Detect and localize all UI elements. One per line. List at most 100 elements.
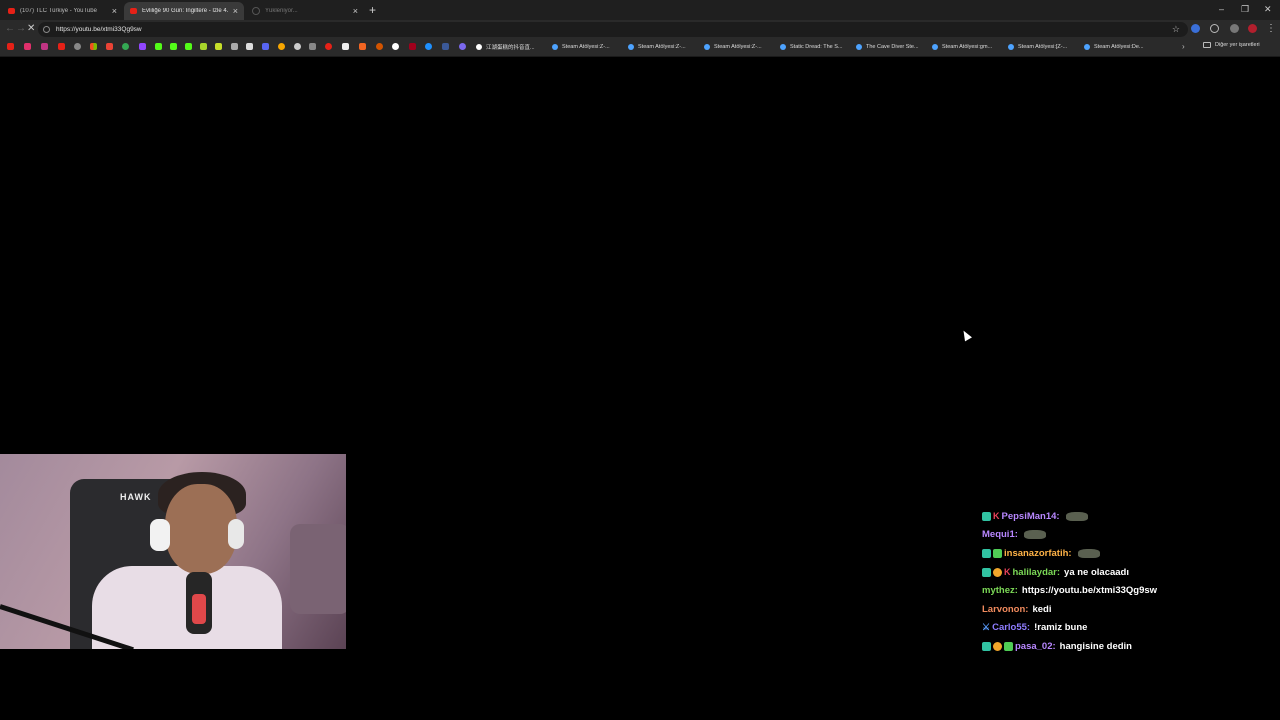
site-info-icon[interactable] [43,26,50,33]
bookmark-star-icon[interactable]: ☆ [1172,23,1180,35]
bookmark-steam-de[interactable]: Steam Atölyesi:De... [1084,42,1144,52]
bookmark-label: Steam Atölyesi:Z-... [638,44,686,50]
bookmark-icon[interactable] [294,43,301,50]
bookmark-icon[interactable] [442,43,449,50]
restore-icon[interactable]: ❐ [1241,3,1249,15]
chat-username[interactable]: halilaydar: [1013,567,1061,578]
chat-message: pasa_02: hangisine dedin [982,637,1272,656]
bookmark-label: Diğer yer işaretleri [1215,42,1260,48]
close-tab-icon[interactable]: × [353,6,358,16]
instagram-bookmark-icon[interactable] [24,43,31,50]
extensions-icon[interactable] [1230,24,1239,33]
chevron-right-icon[interactable]: › [1182,42,1185,51]
steam-icon [628,44,634,50]
profile-avatar[interactable] [1248,24,1257,33]
bookmark-cave-diver[interactable]: The Cave Diver Ste... [856,42,919,52]
globe-bookmark-icon[interactable] [74,43,81,50]
bookmark-icon[interactable] [309,43,316,50]
back-button[interactable]: ← [5,23,15,35]
bookmark-label: Steam Atölyesi:gm... [942,44,993,50]
bookmarks-bar: 江湖蛋糕的抖音直... Steam Atölyesi:Z-... Steam A… [0,39,1280,57]
menu-icon[interactable]: ⋮ [1266,23,1276,35]
bookmark-icon[interactable] [359,43,366,50]
headset-right [228,519,244,549]
drive-bookmark-icon[interactable] [122,43,129,50]
close-window-icon[interactable]: ✕ [1264,3,1272,15]
subscriber-badge-icon [982,548,991,558]
bookmark-icon[interactable] [376,43,383,50]
refresh-extension-icon[interactable] [1210,24,1219,33]
chat-username[interactable]: Carlo55: [992,622,1030,633]
bookmark-label: Static Dread: The S... [790,44,843,50]
bookmark-icon[interactable] [325,43,332,50]
chat-username[interactable]: Mequi1: [982,529,1018,540]
bookmark-label: Steam Atölyesi:Z-... [714,44,762,50]
tab-tlc-youtube[interactable]: (107) TLC Türkiye - YouTube × [2,2,123,20]
forward-button[interactable]: → [16,23,26,35]
kick-bookmark-icon[interactable] [155,43,162,50]
instagram-bookmark-icon[interactable] [41,43,48,50]
streamer-face [165,484,237,574]
bookmark-icon[interactable] [409,43,416,50]
chair-brand-logo: HAWK [120,492,152,502]
bookmark-steam-1[interactable]: Steam Atölyesi:Z-... [552,42,610,52]
tab-title: Yükleniyor... [265,8,298,14]
emote-icon [1065,511,1088,521]
other-bookmarks-folder[interactable]: Diğer yer işaretleri [1203,42,1260,48]
youtube-bookmark-icon[interactable] [58,43,65,50]
sword-badge-icon: ⚔ [982,622,991,633]
tab-title: (107) TLC Türkiye - YouTube [20,8,97,14]
bookmark-icon[interactable] [392,43,399,50]
bookmark-icon[interactable] [425,43,432,50]
chat-username[interactable]: mythez: [982,585,1018,596]
bookmark-steam-z[interactable]: Steam Atölyesi:[Z-... [1008,42,1067,52]
chat-username[interactable]: pasa_02: [1015,641,1056,652]
chat-username[interactable]: PepsiMan14: [1002,511,1060,522]
chat-username[interactable]: Larvonon: [982,604,1028,615]
steam-icon [932,44,938,50]
chat-message: Larvonon: kedi [982,600,1272,619]
bookmark-icon[interactable] [278,43,285,50]
kick-bookmark-icon[interactable] [200,43,207,50]
twitch-bookmark-icon[interactable] [139,43,146,50]
bookmark-douyin[interactable]: 江湖蛋糕的抖音直... [476,42,535,52]
new-tab-button[interactable]: + [369,3,376,17]
translate-icon[interactable] [1191,24,1200,33]
tab-loading[interactable]: Yükleniyor... × [246,2,364,20]
x-bookmark-icon[interactable] [246,43,253,50]
bookmark-steam-2[interactable]: Steam Atölyesi:Z-... [628,42,686,52]
microphone-light [192,594,206,624]
stop-loading-button[interactable]: ✕ [27,23,35,35]
bookmark-static-dread[interactable]: Static Dread: The S... [780,42,842,52]
chat-text: hangisine dedin [1059,640,1132,652]
youtube-icon [8,8,15,14]
youtube-bookmark-icon[interactable] [7,43,14,50]
gmail-bookmark-icon[interactable] [106,43,113,50]
bookmark-label: Steam Atölyesi:[Z-... [1018,44,1068,50]
kick-bookmark-icon[interactable] [170,43,177,50]
close-tab-icon[interactable]: × [233,6,238,16]
chat-username[interactable]: insanazorfatih: [1004,548,1072,559]
url-text[interactable]: https://youtu.be/xtmi33Qg9sw [56,26,142,33]
kick-bookmark-icon[interactable] [215,43,222,50]
kick-badge-icon: K [1004,566,1011,577]
bookmark-steam-3[interactable]: Steam Atölyesi:Z-... [704,42,762,52]
chat-text: https://youtu.be/xtmi33Qg9sw [1021,585,1158,597]
gift-badge-icon [993,641,1002,651]
close-tab-icon[interactable]: × [112,6,117,16]
anchor-bookmark-icon[interactable] [231,43,238,50]
bookmark-icon[interactable] [342,43,349,50]
chat-message: ⚔ Carlo55: !ramiz bune [982,619,1272,638]
steam-icon [1008,44,1014,50]
minimize-icon[interactable]: – [1219,3,1224,15]
bookmark-steam-gm[interactable]: Steam Atölyesi:gm... [932,42,992,52]
bookmark-icon[interactable] [459,43,466,50]
browser-toolbar: ← → ✕ https://youtu.be/xtmi33Qg9sw ☆ ⋮ [0,20,1280,39]
microsoft-bookmark-icon[interactable] [90,43,97,50]
loading-spinner-icon [252,7,260,15]
tab-evlilige-90-gun[interactable]: Evliliğe 90 Gün: İngiltere - İzle 4. S × [124,2,244,20]
address-bar[interactable]: https://youtu.be/xtmi33Qg9sw ☆ [38,22,1188,37]
kick-bookmark-icon[interactable] [185,43,192,50]
bookmark-label: Steam Atölyesi:Z-... [562,44,610,50]
discord-bookmark-icon[interactable] [262,43,269,50]
